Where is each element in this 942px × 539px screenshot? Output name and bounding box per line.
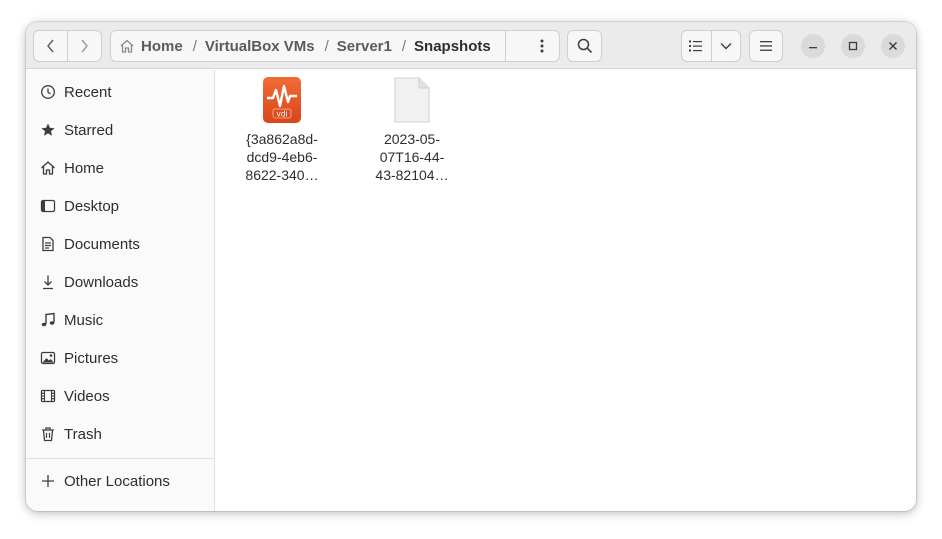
sidebar-item-label: Starred bbox=[64, 121, 114, 139]
search-button[interactable] bbox=[567, 30, 602, 62]
document-icon bbox=[39, 235, 57, 253]
sidebar-item-label: Other Locations bbox=[64, 472, 170, 490]
sidebar-item-starred[interactable]: Starred bbox=[26, 111, 214, 149]
vdi-icon-text: vdi bbox=[276, 110, 287, 119]
minimize-icon bbox=[809, 47, 817, 49]
sidebar-item-documents[interactable]: Documents bbox=[26, 225, 214, 263]
breadcrumb-home-label: Home bbox=[141, 37, 183, 55]
breadcrumb-snapshots[interactable]: Snapshots bbox=[406, 31, 506, 61]
sidebar-item-music[interactable]: Music bbox=[26, 301, 214, 339]
view-options-dropdown[interactable] bbox=[711, 31, 740, 61]
back-button[interactable] bbox=[34, 31, 67, 61]
sidebar-item-videos[interactable]: Videos bbox=[26, 377, 214, 415]
breadcrumb-separator: / bbox=[192, 37, 197, 55]
breadcrumb-separator: / bbox=[401, 37, 407, 55]
close-button[interactable] bbox=[881, 34, 905, 58]
view-switcher bbox=[681, 30, 741, 62]
generic-file-icon bbox=[394, 77, 430, 123]
sidebar-item-label: Music bbox=[64, 311, 104, 329]
chevron-down-icon bbox=[720, 43, 732, 50]
chevron-left-icon bbox=[46, 39, 54, 53]
home-icon bbox=[39, 159, 57, 177]
path-menu-button[interactable] bbox=[525, 31, 559, 61]
sidebar-item-desktop[interactable]: Desktop bbox=[26, 187, 214, 225]
sidebar-item-trash[interactable]: Trash bbox=[26, 415, 214, 453]
sidebar-item-pictures[interactable]: Pictures bbox=[26, 339, 214, 377]
file-item[interactable]: 2023-05- 07T16-44- 43-82104… bbox=[357, 76, 467, 184]
sidebar-item-label: Videos bbox=[64, 387, 110, 405]
breadcrumb-label: Snapshots bbox=[414, 37, 491, 55]
sidebar-item-recent[interactable]: Recent bbox=[26, 73, 214, 111]
picture-icon bbox=[39, 349, 57, 367]
main-menu-button[interactable] bbox=[749, 30, 783, 62]
sidebar-item-label: Recent bbox=[64, 83, 112, 101]
sidebar-item-label: Home bbox=[64, 159, 105, 177]
vdi-disk-icon: vdi bbox=[263, 77, 301, 123]
breadcrumb-separator: / bbox=[324, 37, 329, 55]
chevron-right-icon bbox=[81, 39, 89, 53]
desktop-icon bbox=[39, 197, 57, 215]
forward-button[interactable] bbox=[68, 31, 101, 61]
hamburger-menu-icon bbox=[760, 41, 772, 51]
breadcrumb: Home / VirtualBox VMs / Server1 / Snapsh… bbox=[110, 30, 560, 62]
sidebar-item-label: Documents bbox=[64, 235, 140, 253]
trash-icon bbox=[39, 425, 57, 443]
file-view: vdi {3a862a8d- dcd9-4eb6- 8622-340… 2023… bbox=[216, 70, 916, 511]
sidebar-item-label: Pictures bbox=[64, 349, 119, 367]
sidebar-item-label: Downloads bbox=[64, 273, 139, 291]
star-icon bbox=[39, 121, 57, 139]
close-icon bbox=[889, 42, 897, 50]
navigation-buttons bbox=[33, 30, 102, 62]
sidebar-divider bbox=[26, 458, 214, 459]
sidebar-item-downloads[interactable]: Downloads bbox=[26, 263, 214, 301]
sidebar-item-other-locations[interactable]: Other Locations bbox=[26, 462, 214, 500]
file-item[interactable]: vdi {3a862a8d- dcd9-4eb6- 8622-340… bbox=[227, 76, 337, 184]
home-icon bbox=[120, 39, 134, 53]
maximize-icon bbox=[848, 41, 858, 51]
plus-icon bbox=[39, 472, 57, 490]
vertical-dots-icon bbox=[540, 39, 544, 53]
sidebar-item-label: Trash bbox=[64, 425, 102, 443]
download-icon bbox=[39, 273, 57, 291]
clock-icon bbox=[39, 83, 57, 101]
list-view-button[interactable] bbox=[682, 31, 711, 61]
search-icon bbox=[577, 38, 592, 54]
sidebar: Recent Starred Home Desktop Documents Do… bbox=[26, 70, 215, 511]
header-bar: Home / VirtualBox VMs / Server1 / Snapsh… bbox=[26, 22, 916, 69]
breadcrumb-home[interactable]: Home bbox=[111, 38, 183, 55]
breadcrumb-label: Server1 bbox=[336, 37, 392, 55]
breadcrumb-virtualbox-vms[interactable]: VirtualBox VMs bbox=[197, 38, 315, 55]
list-view-icon bbox=[689, 40, 703, 52]
video-icon bbox=[39, 387, 57, 405]
breadcrumb-label: VirtualBox VMs bbox=[204, 37, 315, 55]
file-name: {3a862a8d- dcd9-4eb6- 8622-340… bbox=[245, 131, 319, 183]
sidebar-item-home[interactable]: Home bbox=[26, 149, 214, 187]
file-name: 2023-05- 07T16-44- 43-82104… bbox=[375, 131, 449, 183]
maximize-button[interactable] bbox=[841, 34, 865, 58]
breadcrumb-server1[interactable]: Server1 bbox=[329, 38, 392, 55]
sidebar-item-label: Desktop bbox=[64, 197, 120, 215]
music-icon bbox=[39, 311, 57, 329]
minimize-button[interactable] bbox=[801, 34, 825, 58]
file-manager-window: Home / VirtualBox VMs / Server1 / Snapsh… bbox=[26, 22, 916, 511]
